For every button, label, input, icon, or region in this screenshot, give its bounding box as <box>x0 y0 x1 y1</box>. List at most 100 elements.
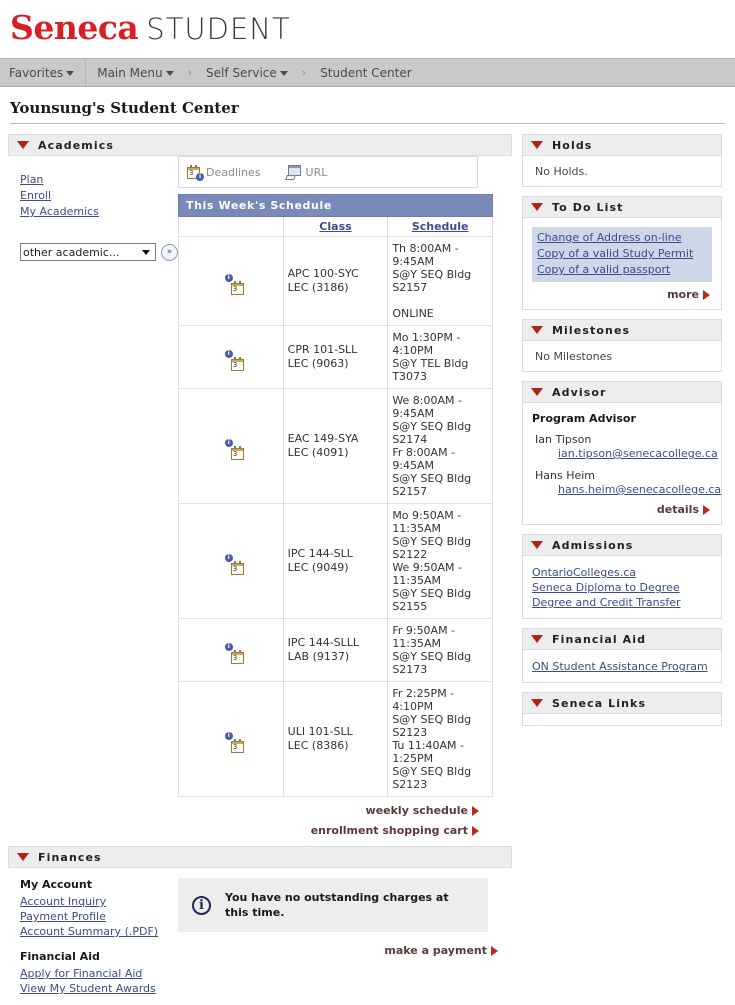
financial-aid-section: Financial Aid ON Student Assistance Prog… <box>522 628 722 683</box>
seneca-links-section: Seneca Links <box>522 692 722 726</box>
schedule-row-deadline-icon-cell[interactable]: 3i <box>178 236 284 326</box>
todo-section-header[interactable]: To Do List <box>522 196 722 218</box>
collapse-triangle-icon[interactable] <box>531 699 543 707</box>
chevron-down-icon <box>142 249 150 255</box>
advisor-details-action[interactable]: details <box>532 497 712 516</box>
todo-item-study-permit[interactable]: Copy of a valid Study Permit <box>537 246 707 261</box>
milestones-section-header[interactable]: Milestones <box>522 319 722 341</box>
other-academic-select-value: other academic... <box>23 245 120 259</box>
schedule-header-row: Class Schedule <box>178 217 493 237</box>
page-content: Academics Plan Enroll My Academics other… <box>0 124 735 1005</box>
link-apply-for-financial-aid[interactable]: Apply for Financial Aid <box>20 966 178 981</box>
advisor-email-1[interactable]: ian.tipson@senecacollege.ca <box>558 446 718 461</box>
collapse-triangle-icon[interactable] <box>531 388 543 396</box>
advisor-email-2-wrap: hans.heim@senecacollege.ca <box>532 482 721 497</box>
todo-more-label: more <box>667 288 699 301</box>
make-payment-link[interactable]: make a payment <box>384 944 498 957</box>
schedule-time-cell: Fr 9:50AM - 11:35AM S@Y SEQ Bldg S2173 <box>387 618 493 682</box>
link-degree-and-credit-transfer[interactable]: Degree and Credit Transfer <box>532 595 712 610</box>
chevron-down-icon <box>165 70 174 76</box>
collapse-triangle-icon[interactable] <box>531 541 543 549</box>
arrow-right-icon <box>703 504 710 515</box>
schedule-row-deadline-icon-cell[interactable]: 3i <box>178 503 284 619</box>
nav-main-menu[interactable]: Main Menu <box>88 66 182 80</box>
seneca-student-logo[interactable]: Seneca STUDENT <box>10 8 291 47</box>
advisor-name-1: Ian Tipson <box>535 433 592 446</box>
schedule-line: S@Y TEL Bldg T3073 <box>392 357 469 383</box>
holds-section-title: Holds <box>552 138 593 152</box>
collapse-triangle-icon[interactable] <box>531 141 543 149</box>
page-title-area: Younsung's Student Center <box>0 87 735 123</box>
academics-link-plan[interactable]: Plan <box>20 172 178 187</box>
finances-section-header[interactable]: Finances <box>8 846 512 868</box>
financial-aid-section-header[interactable]: Financial Aid <box>522 628 722 650</box>
schedule-line <box>392 294 488 307</box>
top-navigation-bar: Favorites Main Menu › Self Service › Stu… <box>0 58 735 87</box>
breadcrumb-separator: › <box>301 66 307 79</box>
left-column: Academics Plan Enroll My Academics other… <box>8 134 512 1005</box>
academics-link-my-academics[interactable]: My Academics <box>20 204 178 219</box>
finances-links: My Account Account Inquiry Payment Profi… <box>8 878 178 996</box>
advisor-email-2[interactable]: hans.heim@senecacollege.ca <box>558 482 721 497</box>
link-view-my-student-awards[interactable]: View My Student Awards <box>20 981 178 996</box>
enrollment-cart-action[interactable]: enrollment shopping cart <box>178 817 493 837</box>
link-payment-profile[interactable]: Payment Profile <box>20 909 178 924</box>
admissions-section-title: Admissions <box>552 538 634 552</box>
holds-section-header[interactable]: Holds <box>522 134 722 156</box>
page-title: Younsung's Student Center <box>10 99 239 117</box>
collapse-triangle-icon[interactable] <box>531 635 543 643</box>
my-account-header: My Account <box>20 878 92 891</box>
weekly-schedule-action[interactable]: weekly schedule <box>178 797 493 817</box>
go-button[interactable]: » <box>161 243 178 261</box>
legend-url[interactable]: URL <box>284 165 327 180</box>
schedule-class-cell: APC 100-SYC LEC (3186) <box>282 236 389 326</box>
link-account-summary-pdf[interactable]: Account Summary (.PDF) <box>20 924 178 939</box>
link-ontariocolleges[interactable]: OntarioColleges.ca <box>532 565 712 580</box>
collapse-triangle-icon[interactable] <box>17 141 29 149</box>
schedule-class-cell: IPC 144-SLL LEC (9049) <box>282 503 389 619</box>
schedule-row-deadline-icon-cell[interactable]: 3i <box>178 681 284 797</box>
seneca-links-section-header[interactable]: Seneca Links <box>522 692 722 714</box>
nav-self-service[interactable]: Self Service <box>197 66 297 80</box>
collapse-triangle-icon[interactable] <box>531 203 543 211</box>
weekly-schedule-link[interactable]: weekly schedule <box>366 804 479 817</box>
todo-item-passport[interactable]: Copy of a valid passport <box>537 262 707 277</box>
admissions-section-header[interactable]: Admissions <box>522 534 722 556</box>
schedule-class-header[interactable]: Class <box>282 217 389 237</box>
admissions-section: Admissions OntarioColleges.ca Seneca Dip… <box>522 534 722 619</box>
link-seneca-diploma-to-degree[interactable]: Seneca Diploma to Degree <box>532 580 712 595</box>
todo-more-action[interactable]: more <box>532 282 712 301</box>
schedule-row-deadline-icon-cell[interactable]: 3i <box>178 618 284 682</box>
academics-links: Plan Enroll My Academics other academic.… <box>8 156 178 837</box>
link-on-student-assistance-program[interactable]: ON Student Assistance Program <box>532 659 712 674</box>
schedule-heading: This Week's Schedule <box>178 194 493 217</box>
schedule-row-deadline-icon-cell[interactable]: 3i <box>178 325 284 389</box>
schedule-row-deadline-icon-cell[interactable]: 3i <box>178 388 284 504</box>
schedule-line: We 9:50AM - <box>392 561 462 574</box>
financial-aid-header: Financial Aid <box>20 950 100 963</box>
advisor-name-2: Hans Heim <box>535 469 596 482</box>
todo-more-link[interactable]: more <box>667 288 710 301</box>
legend-deadlines[interactable]: 3i Deadlines <box>187 164 261 181</box>
collapse-triangle-icon[interactable] <box>17 853 29 861</box>
todo-item-change-of-address[interactable]: Change of Address on-line <box>537 230 707 245</box>
make-payment-action[interactable]: make a payment <box>178 932 498 957</box>
advisor-section-header[interactable]: Advisor <box>522 381 722 403</box>
table-row: 3 i EAC 149-SYA LEC (4091) We 8:00AM - 9:45A… <box>178 388 493 504</box>
other-academic-select[interactable]: other academic... <box>20 243 156 261</box>
schedule-class-cell: ULI 101-SLL LEC (8386) <box>282 681 389 797</box>
advisor-details-link[interactable]: details <box>657 503 710 516</box>
enrollment-cart-link[interactable]: enrollment shopping cart <box>311 824 479 837</box>
table-row: 3 i ULI 101-SLL LEC (8386) Fr 2:25PM - 4:10P… <box>178 681 493 797</box>
schedule-schedule-header[interactable]: Schedule <box>387 217 493 237</box>
schedule-line: S@Y SEQ Bldg S2155 <box>392 587 472 613</box>
nav-favorites[interactable]: Favorites <box>0 66 83 80</box>
collapse-triangle-icon[interactable] <box>531 326 543 334</box>
schedule-icon-header <box>178 217 284 237</box>
academics-link-enroll[interactable]: Enroll <box>20 188 178 203</box>
academics-section-header[interactable]: Academics <box>8 134 512 156</box>
nav-student-center[interactable]: Student Center <box>311 66 420 80</box>
link-account-inquiry[interactable]: Account Inquiry <box>20 894 178 909</box>
schedule-table: Class Schedule 3 i APC 100-SYC LEC (3186) Th… <box>178 217 493 797</box>
enrollment-cart-label: enrollment shopping cart <box>310 824 468 837</box>
